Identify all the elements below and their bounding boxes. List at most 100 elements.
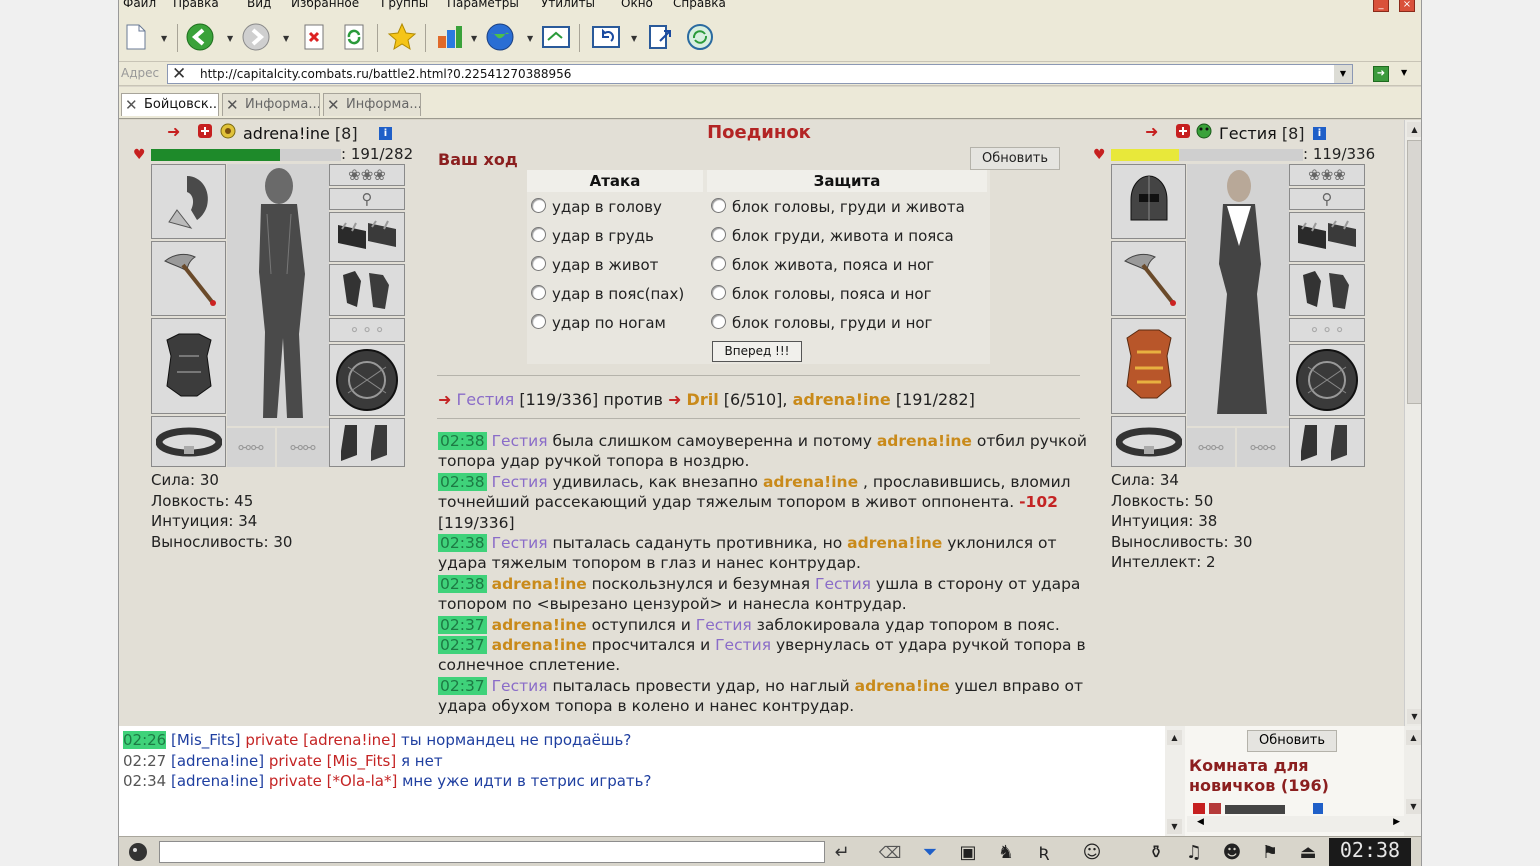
info-icon[interactable]: i xyxy=(379,127,392,140)
scroll-right-icon[interactable]: ▶ xyxy=(1393,817,1400,827)
player-avatar[interactable] xyxy=(227,164,329,426)
fighter-name[interactable]: adrena!ine xyxy=(492,575,587,593)
chat-timestamp[interactable]: 02:26 xyxy=(123,731,167,749)
scroll-up-icon[interactable]: ▲ xyxy=(1406,730,1421,745)
menu-options[interactable]: Параметры xyxy=(447,0,519,10)
close-button[interactable]: × xyxy=(1399,0,1415,12)
weapon-axe-slot[interactable] xyxy=(1111,241,1186,316)
fighter-name[interactable]: Гестия xyxy=(492,473,548,491)
gloves-slot[interactable] xyxy=(1289,264,1365,316)
radio-button[interactable] xyxy=(711,256,726,271)
tab-info-1[interactable]: ✕ Информа... xyxy=(222,93,320,116)
rings-slot[interactable]: ⚬⚬⚬ xyxy=(1289,318,1365,342)
earrings-slot[interactable]: ❀❀❀ xyxy=(1289,164,1365,186)
empty-ring-slot[interactable]: ⚯⚯ xyxy=(1237,428,1289,467)
favorites-star-icon[interactable] xyxy=(387,22,417,52)
smiley-icon[interactable]: ☺ xyxy=(1079,840,1105,864)
block-option-2[interactable]: блок груди, живота и пояса xyxy=(711,227,954,245)
scroll-down-icon[interactable]: ▼ xyxy=(1407,709,1421,724)
menu-help[interactable]: Справка xyxy=(673,0,726,10)
menu-view[interactable]: Вид xyxy=(247,0,271,10)
fighter-name[interactable]: Гестия xyxy=(492,677,548,695)
chat-private-target[interactable]: private [Mis_Fits] xyxy=(269,752,396,770)
shield-slot[interactable] xyxy=(1289,344,1365,416)
menu-utilities[interactable]: Утилиты xyxy=(541,0,595,10)
page-scrollbar[interactable]: ▲ ▼ xyxy=(1404,120,1421,726)
fighter-name[interactable]: Гестия xyxy=(492,432,548,450)
new-page-icon[interactable] xyxy=(121,22,151,52)
bracers-slot[interactable] xyxy=(1289,212,1365,262)
empty-ring-slot[interactable]: ⚯⚯ xyxy=(227,428,275,467)
radio-button[interactable] xyxy=(531,256,546,271)
minimize-button[interactable]: _ xyxy=(1373,0,1389,12)
chat-sender[interactable]: [Mis_Fits] xyxy=(166,731,245,749)
player-name[interactable]: adrena!ine [8] xyxy=(243,124,358,143)
fighter-name[interactable]: adrena!ine xyxy=(877,432,972,450)
save-icon[interactable]: ▣ xyxy=(955,840,981,864)
chat-private-target[interactable]: private [adrena!ine] xyxy=(245,731,396,749)
chat-timestamp[interactable]: 02:34 xyxy=(123,772,166,790)
amulet-slot[interactable]: ⚲ xyxy=(329,188,405,210)
belt-slot[interactable] xyxy=(1111,416,1186,467)
back-icon[interactable] xyxy=(185,22,215,52)
exit-icon[interactable]: ⏏ xyxy=(1295,840,1321,864)
export-icon[interactable] xyxy=(645,22,675,52)
chat-mode-icon[interactable] xyxy=(125,840,151,864)
new-dropdown-icon[interactable]: ▼ xyxy=(161,34,167,43)
block-option-5[interactable]: блок головы, груди и ног xyxy=(711,314,932,332)
undo-dropdown-icon[interactable]: ▼ xyxy=(631,34,637,43)
team-member[interactable]: adrena!ine xyxy=(793,390,891,409)
chat-private-target[interactable]: private [*Ola-la*] xyxy=(269,772,397,790)
globe-dropdown-icon[interactable]: ▼ xyxy=(527,34,533,43)
translit-icon[interactable]: Ʀ xyxy=(1031,840,1057,864)
back-dropdown-icon[interactable]: ▼ xyxy=(227,34,233,43)
go-icon[interactable]: ➜ xyxy=(1373,66,1389,82)
team-member[interactable]: Гестия xyxy=(457,390,515,409)
attack-option-chest[interactable]: удар в грудь xyxy=(531,227,654,245)
refresh-button[interactable]: Обновить xyxy=(970,147,1060,170)
window-arrow-icon[interactable] xyxy=(541,22,571,52)
room-hscrollbar[interactable]: ◀ ▶ xyxy=(1187,816,1404,832)
menu-edit[interactable]: Правка xyxy=(173,0,219,10)
groups-icon[interactable] xyxy=(435,22,465,52)
character-icon[interactable]: ☻ xyxy=(1219,840,1245,864)
scroll-up-icon[interactable]: ▲ xyxy=(1407,122,1421,137)
scroll-down-icon[interactable]: ▼ xyxy=(1167,819,1182,834)
info-icon[interactable]: i xyxy=(1313,127,1326,140)
radio-button[interactable] xyxy=(711,314,726,329)
potion-icon[interactable]: ⚱ xyxy=(1143,840,1169,864)
chat-scrollbar[interactable]: ▲ ▼ xyxy=(1165,726,1185,836)
fighter-name[interactable]: Гестия xyxy=(715,636,771,654)
team-member[interactable]: Dril xyxy=(687,390,719,409)
tab-close-icon[interactable]: ✕ xyxy=(327,96,340,114)
go-dropdown-icon[interactable]: ▼ xyxy=(1401,68,1407,77)
chat-timestamp[interactable]: 02:27 xyxy=(123,752,166,770)
helmet-slot[interactable] xyxy=(151,164,226,239)
chat-sender[interactable]: [adrena!ine] xyxy=(166,772,269,790)
room-scrollbar[interactable]: ▲ ▼ xyxy=(1404,726,1421,836)
block-option-4[interactable]: блок головы, пояса и ног xyxy=(711,285,931,303)
stop-icon[interactable] xyxy=(299,22,329,52)
attack-option-head[interactable]: удар в голову xyxy=(531,198,662,216)
menu-window[interactable]: Окно xyxy=(621,0,653,10)
radio-button[interactable] xyxy=(531,227,546,242)
menu-favorites[interactable]: Избранное xyxy=(291,0,359,10)
room-refresh-button[interactable]: Обновить xyxy=(1247,730,1337,752)
music-icon[interactable]: ♫ xyxy=(1181,840,1207,864)
gloves-slot[interactable] xyxy=(329,264,405,316)
tab-close-icon[interactable]: ✕ xyxy=(125,96,138,114)
block-option-1[interactable]: блок головы, груди и живота xyxy=(711,198,965,216)
fighter-name[interactable]: Гестия xyxy=(696,616,752,634)
chat-sender[interactable]: [adrena!ine] xyxy=(166,752,269,770)
send-icon[interactable]: ↵ xyxy=(829,840,855,864)
tab-battle[interactable]: ✕ Бойцовск... xyxy=(121,93,219,116)
forward-button[interactable]: Вперед !!! xyxy=(712,341,802,362)
filter-icon[interactable]: ⏷ xyxy=(917,840,943,864)
fighter-name[interactable]: adrena!ine xyxy=(492,636,587,654)
block-option-3[interactable]: блок живота, пояса и ног xyxy=(711,256,934,274)
groups-dropdown-icon[interactable]: ▼ xyxy=(471,34,477,43)
forward-dropdown-icon[interactable]: ▼ xyxy=(283,34,289,43)
radio-button[interactable] xyxy=(711,198,726,213)
walk-icon[interactable]: ♞ xyxy=(993,840,1019,864)
refresh-icon[interactable] xyxy=(339,22,369,52)
